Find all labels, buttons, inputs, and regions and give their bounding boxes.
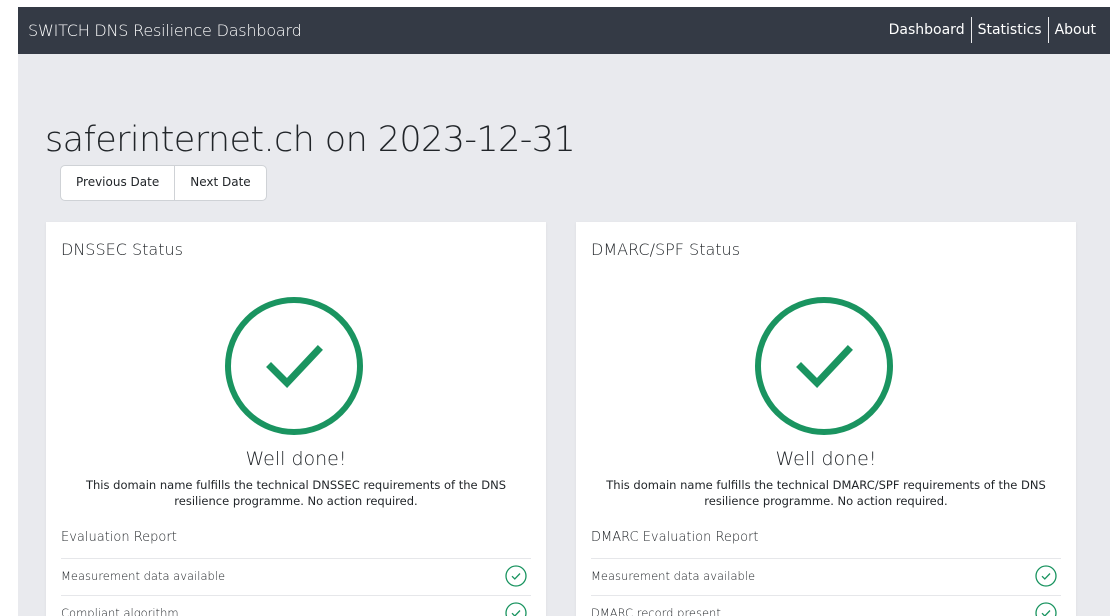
report-list: Measurement data available DMARC record … xyxy=(591,558,1061,616)
status-description: This domain name fulfills the technical … xyxy=(85,478,507,508)
previous-date-button[interactable]: Previous Date xyxy=(61,166,174,200)
card-title: DNSSEC Status xyxy=(61,240,183,259)
nav-link-about[interactable]: About xyxy=(1049,17,1102,43)
check-circle-icon xyxy=(505,602,527,616)
report-item-label: Measurement data available xyxy=(61,569,226,583)
status-headline: Well done! xyxy=(775,448,877,470)
report-list: Measurement data available Compliant alg… xyxy=(61,558,531,616)
card-title: DMARC/SPF Status xyxy=(591,240,741,259)
date-navigation: Previous Date Next Date xyxy=(60,165,267,201)
check-circle-icon xyxy=(1035,565,1057,587)
nav-links: Dashboard Statistics About xyxy=(883,17,1102,43)
check-circle-icon xyxy=(1035,602,1057,616)
navbar: SWITCH DNS Resilience Dashboard Dashboar… xyxy=(18,7,1110,54)
nav-link-dashboard[interactable]: Dashboard xyxy=(883,17,971,43)
report-title: Evaluation Report xyxy=(61,530,177,545)
brand[interactable]: SWITCH DNS Resilience Dashboard xyxy=(28,7,302,54)
nav-link-statistics[interactable]: Statistics xyxy=(972,17,1048,43)
list-item: Measurement data available xyxy=(591,558,1061,595)
report-item-label: DMARC record present xyxy=(591,606,721,616)
report-item-label: Compliant algorithm xyxy=(61,606,179,616)
list-item: Measurement data available xyxy=(61,558,531,595)
report-title: DMARC Evaluation Report xyxy=(591,530,759,545)
dmarc-spf-status-card: DMARC/SPF Status Well done! This domain … xyxy=(576,222,1076,616)
nav-divider xyxy=(970,17,972,43)
nav-divider xyxy=(1047,17,1049,43)
status-description: This domain name fulfills the technical … xyxy=(606,478,1046,508)
report-item-label: Measurement data available xyxy=(591,569,756,583)
list-item: Compliant algorithm xyxy=(61,595,531,616)
list-item: DMARC record present xyxy=(591,595,1061,616)
check-circle-icon xyxy=(755,297,893,435)
app-frame: SWITCH DNS Resilience Dashboard Dashboar… xyxy=(18,7,1110,616)
next-date-button[interactable]: Next Date xyxy=(174,166,265,200)
check-circle-icon xyxy=(505,565,527,587)
status-headline: Well done! xyxy=(245,448,347,470)
dnssec-status-card: DNSSEC Status Well done! This domain nam… xyxy=(46,222,546,616)
check-circle-icon xyxy=(225,297,363,435)
page-title: saferinternet.ch on 2023-12-31 xyxy=(45,120,576,160)
